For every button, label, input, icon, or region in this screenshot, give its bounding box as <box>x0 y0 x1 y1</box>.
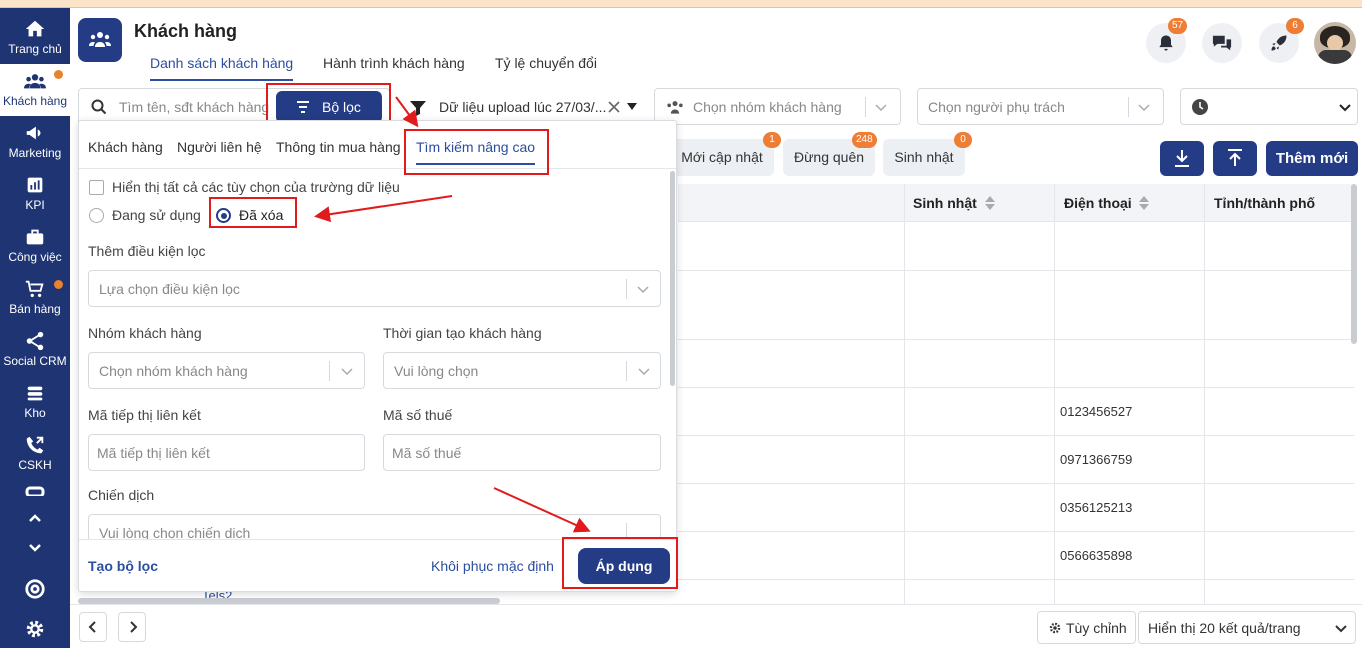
page-size-value: Hiển thị 20 kết quả/trang <box>1148 620 1301 636</box>
chevron-right-icon <box>130 621 138 633</box>
page-size-select[interactable]: Hiển thị 20 kết quả/trang <box>1138 611 1356 644</box>
chevron-down-icon <box>1335 625 1347 633</box>
scroll-right-button[interactable] <box>118 612 146 642</box>
chevron-left-icon <box>88 621 96 633</box>
customize-label: Tùy chỉnh <box>1066 620 1127 636</box>
customize-button[interactable]: Tùy chỉnh <box>1037 611 1136 644</box>
gear-icon <box>1049 622 1061 634</box>
annotation-arrows <box>314 96 591 533</box>
scroll-left-button[interactable] <box>79 612 107 642</box>
